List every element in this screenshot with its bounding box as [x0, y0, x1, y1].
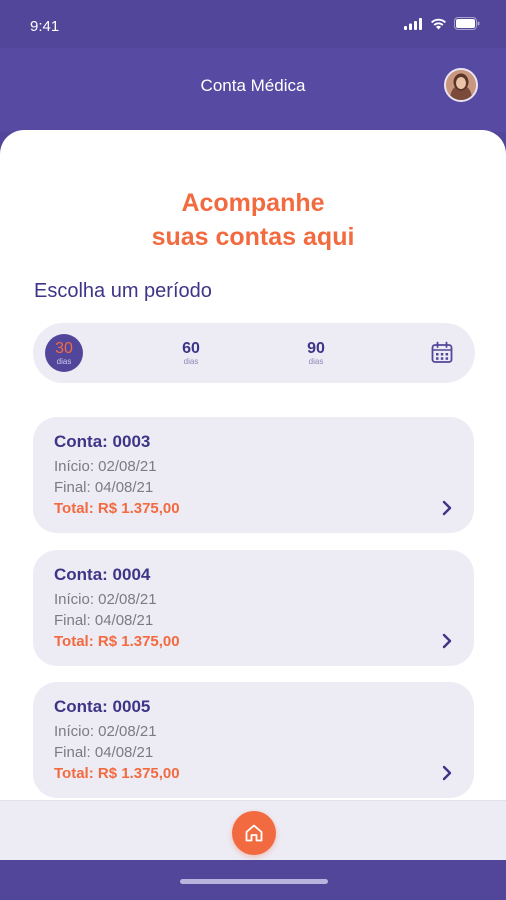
status-bar: 9:41 — [0, 0, 506, 48]
battery-icon — [454, 17, 480, 30]
account-total: Total: R$ 1.375,00 — [54, 500, 180, 517]
period-30-value: 30 — [55, 339, 73, 357]
account-end-date: Final: 04/08/21 — [54, 479, 154, 496]
account-start-date: Início: 02/08/21 — [54, 458, 157, 475]
app-header: Conta Médica — [0, 48, 506, 132]
account-title: Conta: 0003 — [54, 432, 151, 451]
account-total: Total: R$ 1.375,00 — [54, 765, 180, 782]
account-card[interactable]: Conta: 0003 Início: 02/08/21 Final: 04/0… — [33, 417, 474, 533]
user-photo-icon — [446, 70, 476, 100]
period-option-30[interactable]: 30 dias — [34, 323, 94, 383]
account-start-date: Início: 02/08/21 — [54, 723, 157, 740]
bottom-nav — [0, 800, 506, 860]
account-card[interactable]: Conta: 0004 Início: 02/08/21 Final: 04/0… — [33, 550, 474, 666]
period-90-value: 90 — [307, 339, 325, 357]
period-option-60[interactable]: 60 dias — [161, 323, 221, 383]
avatar[interactable] — [444, 68, 478, 102]
account-title: Conta: 0005 — [54, 697, 151, 716]
period-90-unit: dias — [308, 356, 324, 366]
calendar-icon[interactable] — [429, 340, 455, 366]
period-selector: 30 dias 60 dias 90 dias — [33, 323, 475, 383]
headline: Acompanhe suas contas aqui — [0, 186, 506, 254]
period-30-selected-indicator: 30 dias — [45, 334, 83, 372]
status-icons — [404, 17, 480, 30]
system-home-area — [0, 860, 506, 900]
account-total: Total: R$ 1.375,00 — [54, 633, 180, 650]
period-title: Escolha um período — [34, 280, 212, 302]
chevron-right-icon[interactable] — [439, 499, 455, 517]
home-button[interactable] — [232, 811, 276, 855]
chevron-right-icon[interactable] — [439, 632, 455, 650]
period-60-value: 60 — [182, 339, 200, 357]
account-title: Conta: 0004 — [54, 565, 151, 584]
account-start-date: Início: 02/08/21 — [54, 591, 157, 608]
home-icon — [245, 824, 263, 842]
signal-icon — [404, 17, 422, 30]
account-end-date: Final: 04/08/21 — [54, 612, 154, 629]
status-time: 9:41 — [30, 18, 60, 35]
headline-line-2: suas contas aqui — [151, 223, 355, 251]
period-60-unit: dias — [183, 356, 199, 366]
wifi-icon — [431, 18, 446, 29]
home-indicator[interactable] — [180, 879, 328, 884]
account-end-date: Final: 04/08/21 — [54, 744, 154, 761]
period-30-unit: dias — [56, 356, 72, 366]
account-card[interactable]: Conta: 0005 Início: 02/08/21 Final: 04/0… — [33, 682, 474, 798]
main-sheet: Acompanhe suas contas aqui Escolha um pe… — [0, 130, 506, 830]
chevron-right-icon[interactable] — [439, 764, 455, 782]
page-title: Conta Médica — [200, 76, 306, 95]
period-option-90[interactable]: 90 dias — [286, 323, 346, 383]
headline-line-1: Acompanhe — [181, 189, 325, 217]
